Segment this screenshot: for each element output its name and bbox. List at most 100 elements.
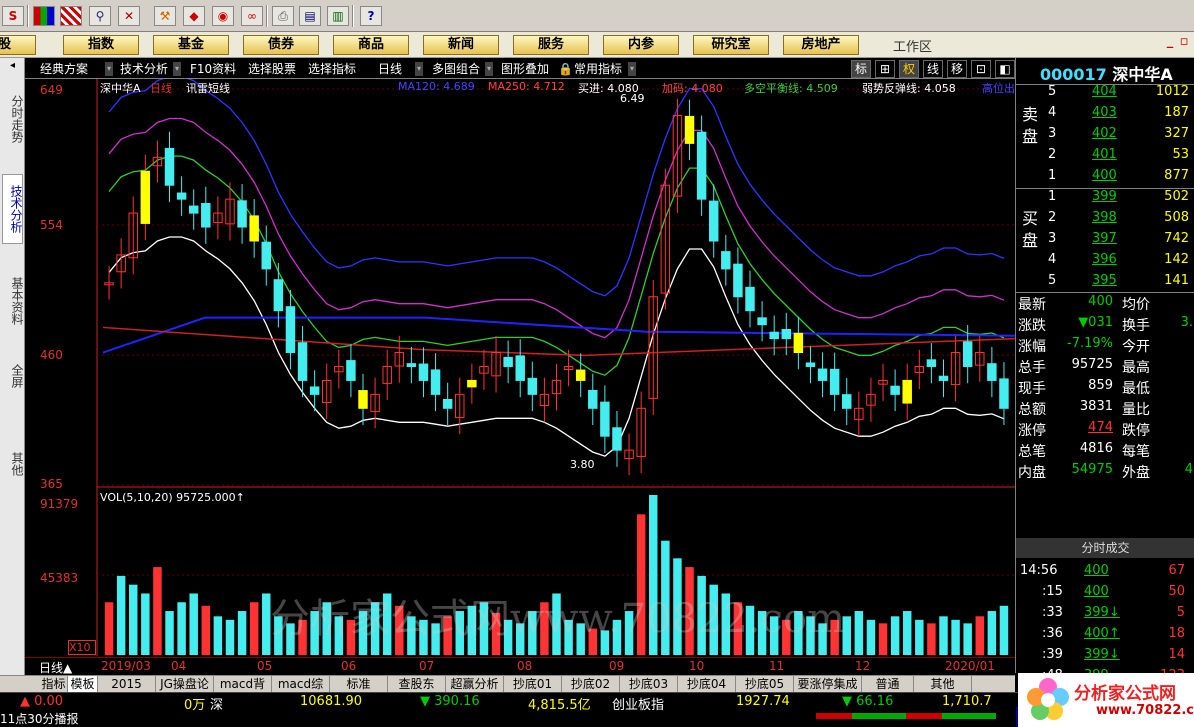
menu-realestate[interactable]: 房地产	[783, 35, 859, 55]
tool-line[interactable]: 线	[923, 60, 943, 78]
ticks-title[interactable]: 分时成交	[1016, 538, 1194, 558]
toolbar-separator	[27, 5, 29, 27]
tool-panel[interactable]: ◧	[995, 60, 1015, 78]
book-price[interactable]: 402	[1092, 126, 1117, 141]
status-sz-label[interactable]: 深	[210, 694, 223, 713]
chevron-down-icon[interactable]: ▾	[485, 62, 493, 76]
tick-price[interactable]: 399↓	[1084, 647, 1120, 662]
crossed-icon[interactable]: ✕	[118, 6, 140, 26]
side-tab-fullscreen[interactable]: 全屏	[2, 356, 24, 396]
tool-classic-scheme[interactable]: 经典方案	[37, 61, 91, 78]
workspace-label[interactable]: 工作区	[893, 36, 932, 55]
indicator-tab[interactable]: 指标	[40, 676, 68, 693]
tool-daily[interactable]: 日线	[375, 61, 405, 78]
side-tab-fundamental[interactable]: 基本资料	[2, 266, 24, 336]
indicator-tab[interactable]: 抄底04	[678, 676, 736, 693]
period-toggle[interactable]: 日线▲	[39, 659, 73, 676]
indicator-tab[interactable]: 模板	[68, 676, 98, 693]
indicator-tab[interactable]: 抄底03	[620, 676, 678, 693]
candle-body	[164, 147, 175, 186]
tick-price[interactable]: 399↓	[1084, 605, 1120, 620]
indicator-tab[interactable]: 抄底01	[504, 676, 562, 693]
s-logo-icon[interactable]: S	[2, 6, 24, 26]
volume-bar	[165, 611, 174, 655]
tool-mark[interactable]: 标	[851, 60, 871, 78]
book-price[interactable]: 395	[1092, 273, 1117, 288]
tool-grid[interactable]: ⊞	[875, 60, 895, 78]
menu-index[interactable]: 指数	[63, 35, 139, 55]
tick-price[interactable]: 400	[1084, 584, 1109, 599]
order-book-row: 1 399 502	[1016, 187, 1194, 208]
tool-select-stock[interactable]: 选择股票	[245, 61, 299, 78]
books-icon[interactable]: ▥	[327, 6, 349, 26]
chevron-down-icon[interactable]: ▾	[173, 62, 181, 76]
help-arrow-icon[interactable]: ?	[360, 6, 382, 26]
side-collapse-icon[interactable]: ◂	[2, 60, 23, 74]
book-price[interactable]: 404	[1092, 84, 1117, 99]
menu-research[interactable]: 研究室	[693, 35, 769, 55]
book-price[interactable]: 398	[1092, 210, 1117, 225]
indicator-tab[interactable]: JG操盘论	[156, 676, 214, 693]
binoculars-icon[interactable]: ⚲	[89, 6, 111, 26]
restore-icon[interactable]: ▫	[1176, 34, 1192, 52]
kline-chart[interactable]	[25, 79, 1015, 656]
side-tab-technical[interactable]: 技术分析	[2, 174, 23, 244]
eye-icon[interactable]: ◉	[212, 6, 234, 26]
book-price[interactable]: 403	[1092, 105, 1117, 120]
indicator-tab[interactable]: 2015	[98, 676, 156, 693]
tool-f10[interactable]: F10资料	[187, 61, 239, 78]
window-icon[interactable]: ▤	[299, 6, 321, 26]
menu-insider[interactable]: 内参	[603, 35, 679, 55]
status-cy-label[interactable]: 创业板指	[612, 694, 664, 713]
chain-icon[interactable]: ∞	[241, 6, 263, 26]
book-price[interactable]: 396	[1092, 252, 1117, 267]
tool-window[interactable]: ⊡	[971, 60, 991, 78]
indicator-tab[interactable]: 普通	[862, 676, 914, 693]
indicator-tab[interactable]: 抄底05	[736, 676, 794, 693]
tool-move[interactable]: 移	[947, 60, 967, 78]
indicator-tab[interactable]: 抄底02	[562, 676, 620, 693]
grid-icon[interactable]	[33, 6, 55, 26]
tool-common-indicator[interactable]: 常用指标	[571, 61, 625, 78]
menu-service[interactable]: 服务	[513, 35, 589, 55]
tick-price[interactable]: 400↑	[1084, 626, 1120, 641]
indicator-tab[interactable]: macd背离	[214, 676, 272, 707]
book-price[interactable]: 397	[1092, 231, 1117, 246]
chevron-down-icon[interactable]: ▾	[105, 62, 113, 76]
logo-url: www.70822.com	[1096, 703, 1194, 718]
book-price[interactable]: 401	[1092, 147, 1117, 162]
menu-fund[interactable]: 基金	[153, 35, 229, 55]
stat-label: 总额	[1018, 402, 1046, 418]
chevron-down-icon[interactable]: ▾	[415, 62, 423, 76]
indicator-tab[interactable]: 要涨停集成	[794, 676, 862, 693]
indicator-tab[interactable]: macd综合	[272, 676, 330, 707]
side-tab-intraday[interactable]: 分时走势	[2, 84, 24, 154]
indicator-tab[interactable]: 其他	[914, 676, 972, 693]
menu-commodity[interactable]: 商品	[333, 35, 409, 55]
book-price[interactable]: 399	[1092, 189, 1117, 204]
side-tab-other[interactable]: 其他	[2, 444, 24, 484]
indicator-tab[interactable]: 查股东	[388, 676, 446, 693]
tool-technical[interactable]: 技术分析	[117, 61, 171, 78]
hammer-icon[interactable]: ⚒	[154, 6, 176, 26]
chevron-down-icon[interactable]: ▾	[628, 62, 636, 76]
stripe-icon[interactable]	[60, 6, 82, 26]
candle-body	[261, 241, 271, 270]
printer-icon[interactable]: ⎙	[272, 6, 294, 26]
indicator-tab[interactable]: 标准	[330, 676, 388, 693]
gem-icon[interactable]: ◆	[183, 6, 205, 26]
tool-overlay[interactable]: 图形叠加	[498, 61, 552, 78]
candle-body	[600, 401, 610, 437]
menu-hk[interactable]: 港股	[0, 35, 36, 55]
indicator-tab[interactable]: 超赢分析	[446, 676, 504, 693]
menu-news[interactable]: 新闻	[423, 35, 499, 55]
tool-select-indicator[interactable]: 选择指标	[305, 61, 359, 78]
tick-price[interactable]: 400	[1084, 563, 1109, 578]
quote-stat-row: 涨跌 ▼031 换手 3.	[1016, 313, 1194, 334]
menu-bond[interactable]: 债券	[243, 35, 319, 55]
tool-multi-chart[interactable]: 多图组合	[429, 61, 483, 78]
volume-bar	[177, 602, 186, 655]
volume-bar	[975, 616, 984, 655]
tool-rights[interactable]: 权	[899, 60, 919, 78]
book-price[interactable]: 400	[1092, 168, 1117, 183]
